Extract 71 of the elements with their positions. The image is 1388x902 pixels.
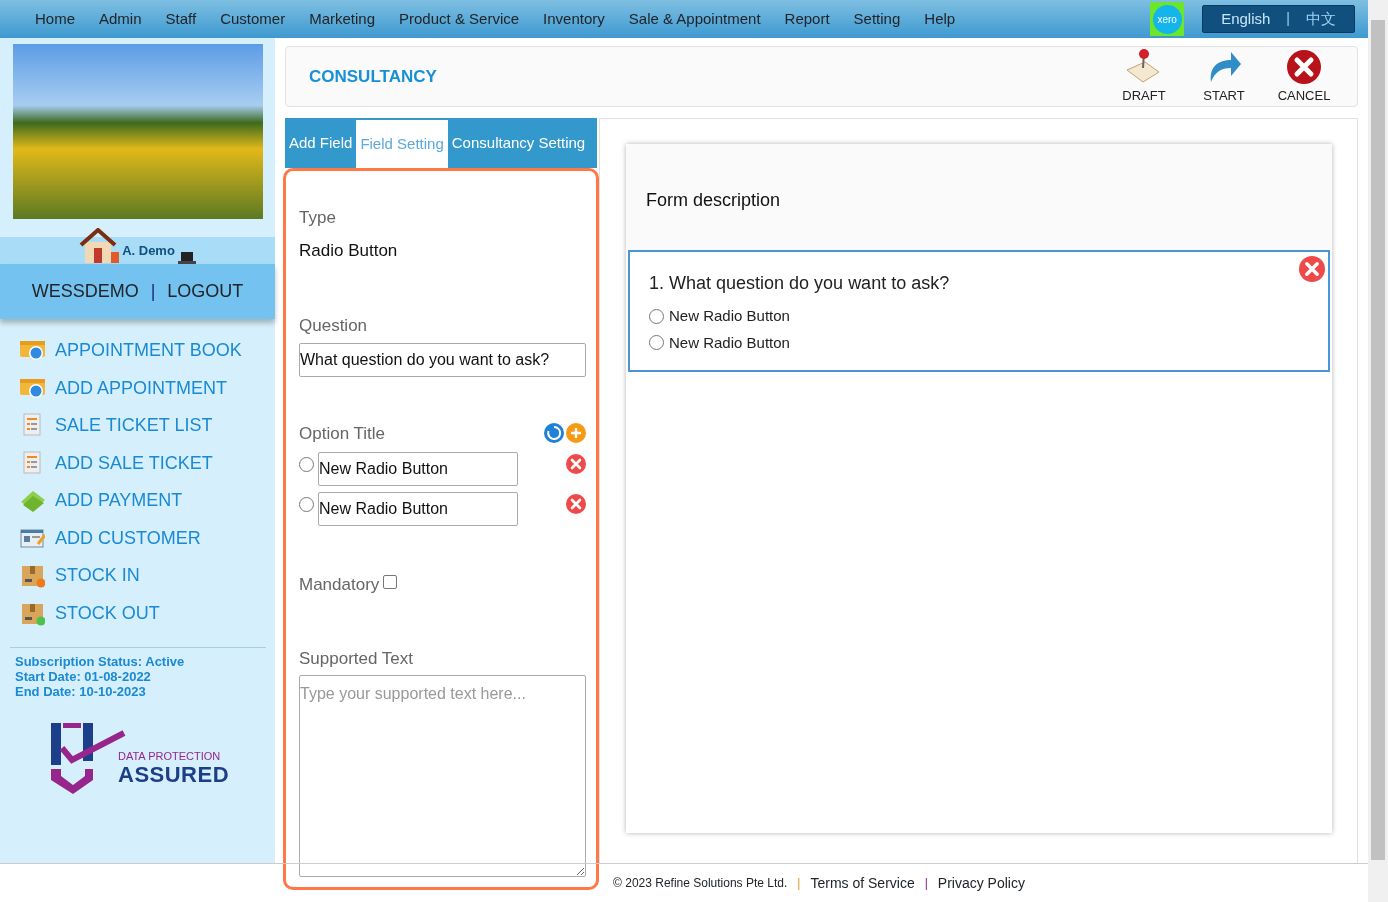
radio-button[interactable] [299,457,314,472]
field-label: Question [299,315,369,337]
radio-button[interactable] [649,308,664,324]
separator: | [150,280,156,303]
menu-link[interactable]: ADD APPOINTMENT [20,374,275,402]
language-option[interactable]: English [1209,7,1283,31]
nav-link[interactable]: Admin [87,7,154,31]
footer-link[interactable]: Terms of Service [810,872,915,894]
text-area[interactable]: Type your supported text here... [299,675,586,877]
menu-link[interactable]: ADD PAYMENT [20,487,275,515]
nav-link[interactable]: Inventory [531,7,617,31]
field-value: Radio Button [299,239,399,262]
form-description: Form description [646,190,781,210]
menu-link[interactable]: APPOINTMENT BOOK [20,337,275,365]
tab[interactable]: Consultancy Setting [447,118,590,168]
laptop-icon [177,251,196,264]
radio-button[interactable] [649,335,664,351]
input-field[interactable]: What question do you want to ask? [299,342,586,377]
box-icon [20,563,45,589]
menu-link[interactable]: STOCK OUT [20,599,275,627]
separator: | [797,875,801,892]
field-label: Type [299,207,337,229]
nav-link[interactable]: Customer [208,7,298,31]
add-icon[interactable] [566,423,586,444]
scrollbar[interactable] [1368,0,1388,902]
nav-link[interactable]: Report [772,7,842,31]
subscription-info: Start Date: 01-08-2022 [15,669,152,684]
nav-link[interactable]: Setting [841,7,913,31]
field-label: Supported Text [299,647,415,670]
menu-link[interactable]: ADD SALE TICKET [20,449,275,477]
separator: | [1286,8,1290,28]
account-link[interactable]: LOGOUT [167,278,244,305]
account-link[interactable]: WESSDEMO [31,278,139,305]
option-label: New Radio Button [669,306,790,326]
nav-link[interactable]: Home [23,7,87,31]
separator: | [924,875,928,892]
action-button[interactable]: DRAFT [1117,47,1171,106]
badge-text: DATA PROTECTION ASSURED [118,748,230,787]
field-label: Mandatory [299,574,380,596]
menu-link[interactable]: ADD CUSTOMER [20,524,275,552]
input-field[interactable]: New Radio Button [318,492,518,526]
close-icon[interactable] [566,454,586,474]
cash-icon [20,488,45,514]
nav-link[interactable]: Help [912,7,968,31]
menu-link[interactable]: STOCK IN [20,562,275,590]
nav-link[interactable]: Sale & Appointment [616,7,773,31]
nav-link[interactable]: Staff [153,7,209,31]
tab[interactable]: Add Field [285,118,357,168]
language-option[interactable]: 中文 [1294,7,1348,31]
footer-link[interactable]: Privacy Policy [937,872,1025,894]
close-icon[interactable] [566,494,586,514]
close-icon[interactable] [1299,256,1325,282]
copyright-text: © 2023 Refine Solutions Pte Ltd. [613,875,788,892]
scrollbar-thumb[interactable] [1371,20,1385,860]
radio-button[interactable] [299,497,314,512]
field-label: Option Title [299,422,385,445]
subscription-info: End Date: 10-10-2023 [15,684,147,699]
question-text: 1. What question do you want to ask? [649,272,951,295]
refresh-icon[interactable] [544,423,564,444]
input-field[interactable]: New Radio Button [318,452,518,486]
user-name: A. Demo [122,241,175,260]
nav-link[interactable]: Product & Service [387,7,532,31]
option-label: New Radio Button [669,332,790,353]
nav-link[interactable]: Marketing [297,7,388,31]
page-title: CONSULTANCY [309,65,437,88]
action-button[interactable]: START [1197,47,1251,106]
menu-link[interactable]: SALE TICKET LIST [20,412,275,440]
checkbox[interactable] [383,574,398,589]
action-button[interactable]: CANCEL [1277,47,1331,106]
subscription-info: Subscription Status: Active [15,654,186,669]
house-icon [79,228,120,264]
